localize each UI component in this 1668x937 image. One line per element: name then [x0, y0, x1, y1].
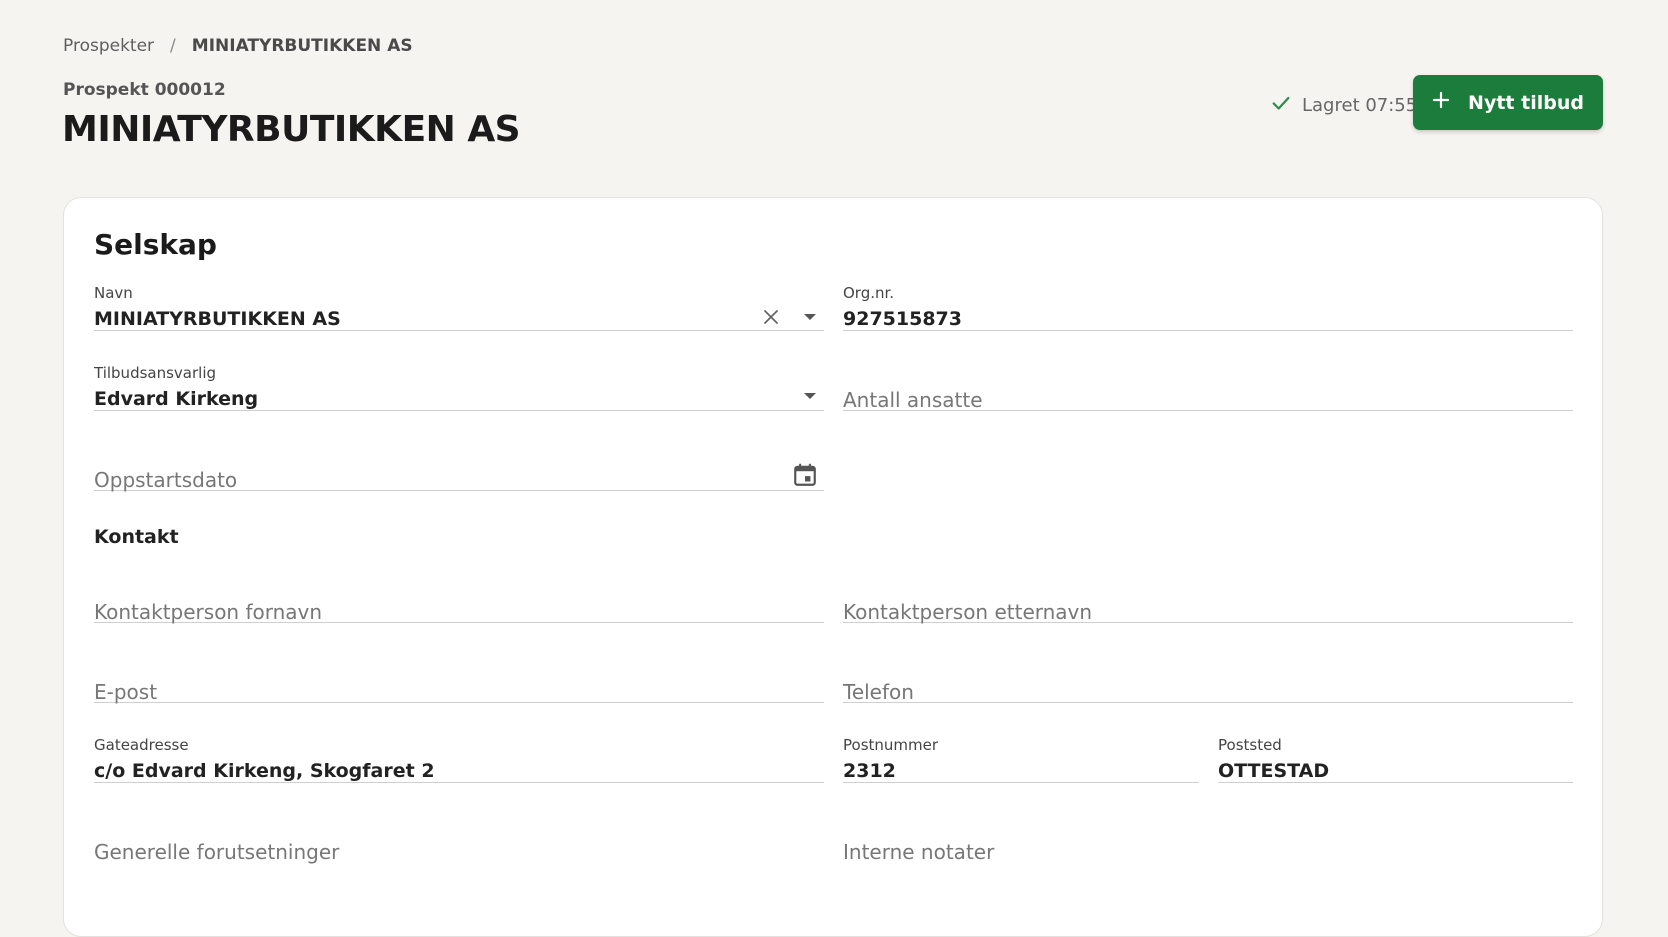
phone-placeholder: Telefon [843, 680, 914, 704]
calendar-icon[interactable] [792, 462, 818, 492]
saved-status: Lagret 07:55 [1270, 92, 1417, 119]
city-value: OTTESTAD [1218, 760, 1330, 782]
start-date-actions [792, 462, 818, 492]
city-field[interactable]: Poststed OTTESTAD [1218, 736, 1573, 783]
prospect-number: Prospekt 000012 [63, 80, 226, 100]
email-field[interactable]: E-post [94, 656, 824, 704]
company-name-field[interactable]: Navn MINIATYRBUTIKKEN AS [94, 284, 824, 331]
start-date-field[interactable]: Oppstartsdato [94, 444, 824, 492]
contact-first-name-field[interactable]: Kontaktperson fornavn [94, 576, 824, 624]
org-nr-label: Org.nr. [843, 284, 895, 302]
org-nr-value: 927515873 [843, 308, 962, 330]
breadcrumb-separator: / [170, 36, 176, 56]
start-date-placeholder: Oppstartsdato [94, 468, 238, 492]
caret-down-icon[interactable] [802, 309, 818, 329]
close-icon[interactable] [762, 308, 780, 330]
section-title-contact: Kontakt [94, 526, 179, 548]
contact-first-name-placeholder: Kontaktperson fornavn [94, 600, 323, 624]
responsible-label: Tilbudsansvarlig [94, 364, 217, 382]
new-offer-button[interactable]: Nytt tilbud [1413, 75, 1603, 130]
responsible-actions [802, 388, 818, 408]
city-label: Poststed [1218, 736, 1282, 754]
saved-status-text: Lagret 07:55 [1302, 95, 1418, 116]
postal-code-field[interactable]: Postnummer 2312 [843, 736, 1199, 783]
general-conditions-placeholder: Generelle forutsetninger [94, 840, 340, 864]
breadcrumb: Prospekter / MINIATYRBUTIKKEN AS [63, 36, 413, 56]
street-address-value: c/o Edvard Kirkeng, Skogfaret 2 [94, 760, 435, 782]
responsible-field[interactable]: Tilbudsansvarlig Edvard Kirkeng [94, 364, 824, 411]
postal-code-label: Postnummer [843, 736, 939, 754]
caret-down-icon[interactable] [802, 388, 818, 408]
employees-placeholder: Antall ansatte [843, 388, 983, 412]
street-address-label: Gateadresse [94, 736, 189, 754]
general-conditions-field[interactable]: Generelle forutsetninger [94, 816, 824, 864]
internal-notes-field[interactable]: Interne notater [843, 816, 1573, 864]
company-name-actions [762, 308, 818, 330]
new-offer-label: Nytt tilbud [1468, 91, 1584, 114]
section-title-company: Selskap [94, 228, 217, 261]
check-icon [1270, 92, 1292, 119]
responsible-value: Edvard Kirkeng [94, 388, 259, 410]
company-name-value: MINIATYRBUTIKKEN AS [94, 308, 341, 330]
breadcrumb-link-prospekter[interactable]: Prospekter [63, 36, 154, 56]
street-address-field[interactable]: Gateadresse c/o Edvard Kirkeng, Skogfare… [94, 736, 824, 783]
org-nr-field[interactable]: Org.nr. 927515873 [843, 284, 1573, 331]
employees-field[interactable]: Antall ansatte [843, 364, 1573, 412]
company-card: Selskap Navn MINIATYRBUTIKKEN AS Org.nr.… [63, 197, 1603, 937]
postal-code-value: 2312 [843, 760, 896, 782]
contact-last-name-field[interactable]: Kontaktperson etternavn [843, 576, 1573, 624]
plus-icon [1432, 91, 1450, 114]
email-placeholder: E-post [94, 680, 158, 704]
breadcrumb-current: MINIATYRBUTIKKEN AS [191, 36, 413, 56]
page-title: MINIATYRBUTIKKEN AS [62, 109, 521, 150]
internal-notes-placeholder: Interne notater [843, 840, 995, 864]
phone-field[interactable]: Telefon [843, 656, 1573, 704]
company-name-label: Navn [94, 284, 133, 302]
contact-last-name-placeholder: Kontaktperson etternavn [843, 600, 1093, 624]
